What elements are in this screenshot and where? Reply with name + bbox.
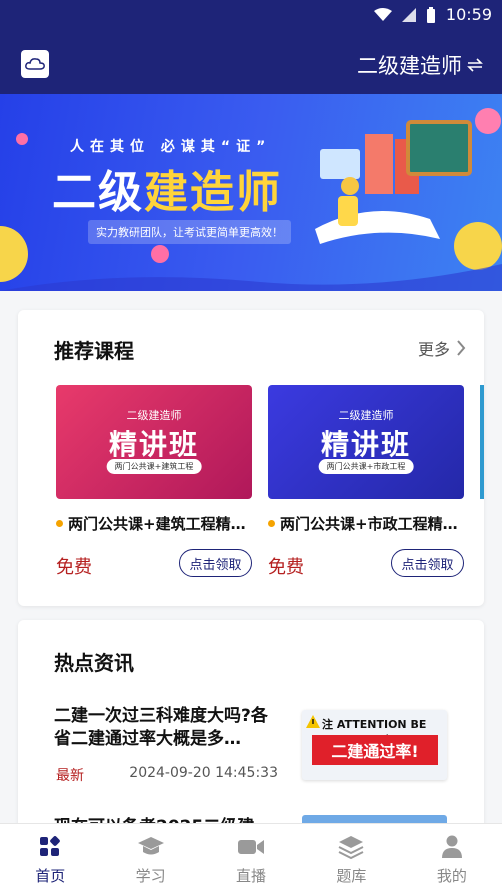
news-item-title[interactable]: 二建一次过三科难度大吗?各省二建通过率大概是多…	[54, 705, 284, 751]
layers-icon	[338, 835, 364, 859]
course-thumbnail[interactable]: 二级建造师 精讲班 两门公共课+建筑工程	[56, 385, 252, 499]
recommended-title: 推荐课程	[54, 339, 134, 363]
tab-live[interactable]: 直播	[201, 824, 301, 892]
status-bar: 10:59	[0, 0, 502, 30]
wifi-icon	[373, 7, 392, 21]
banner-title: 二级建造师	[52, 156, 282, 220]
tab-label: 题库	[336, 867, 367, 885]
tab-label: 首页	[35, 867, 66, 885]
header-title: 二级建造师	[357, 54, 462, 78]
tab-label: 学习	[135, 867, 166, 885]
more-label: 更多	[417, 340, 450, 359]
course-thumbnail[interactable]: 二级建造师 精讲班 两门公共课+市政工程	[268, 385, 464, 499]
swap-icon	[467, 58, 483, 72]
banner-subtitle: 实力教研团队，让考试更简单更高效！	[88, 220, 291, 244]
recommended-courses-card: 推荐课程 更多 二级建造师 精讲班 两门公共课+建筑工程 两门公共课+建筑工程精…	[18, 310, 484, 606]
warning-icon	[306, 715, 320, 728]
app-header: 二级建造师	[0, 30, 502, 94]
tab-label: 直播	[236, 867, 267, 885]
course-card[interactable]: 二级建造师 精讲班 两门公共课+市政工程 两门公共课+市政工程精… 免费 点击领…	[268, 385, 464, 578]
bullet-dot	[56, 520, 63, 527]
exam-selector[interactable]: 二级建造师	[357, 50, 484, 80]
news-section-title: 热点资讯	[54, 651, 134, 675]
thumb-main-text: 精讲班	[108, 428, 199, 461]
thumb-tag: 两门公共课+建筑工程	[106, 459, 202, 474]
course-name[interactable]: 两门公共课+市政工程精…	[268, 513, 464, 534]
course-name-text: 两门公共课+市政工程精…	[280, 515, 458, 533]
tab-profile[interactable]: 我的	[402, 824, 502, 892]
thumb-small-text: 二级建造师	[126, 409, 182, 422]
course-price: 免费	[56, 557, 92, 578]
status-icons: 10:59	[373, 5, 492, 24]
status-time: 10:59	[445, 5, 492, 24]
bullet-dot	[268, 520, 275, 527]
battery-icon	[426, 6, 435, 23]
news-thumb-text: 二建通过率!	[312, 735, 438, 765]
course-name-text: 两门公共课+建筑工程精…	[68, 515, 246, 533]
claim-button[interactable]: 点击领取	[179, 549, 252, 577]
home-grid-icon	[38, 835, 62, 859]
news-thumbnail[interactable]: 注 ATTENTION BE CAREFUL 意 二建通过率!	[302, 710, 447, 780]
bottom-tab-bar: 首页 学习 直播 题库 我的	[0, 823, 502, 892]
signal-icon	[401, 7, 416, 22]
cloud-logo-icon	[21, 50, 49, 78]
tab-study[interactable]: 学习	[100, 824, 200, 892]
course-price: 免费	[268, 557, 304, 578]
banner-slogan: 人在其位 必谋其“证”	[70, 139, 272, 155]
promo-banner[interactable]: 人在其位 必谋其“证” 二级建造师 实力教研团队，让考试更简单更高效！	[0, 94, 502, 291]
chevron-right-icon	[457, 340, 466, 356]
user-icon	[441, 835, 463, 859]
tab-question-bank[interactable]: 题库	[301, 824, 401, 892]
thumb-small-text: 二级建造师	[338, 409, 394, 422]
course-card[interactable]: 二级建造师 精讲班 两门公共课+建筑工程 两门公共课+建筑工程精… 免费 点击领…	[56, 385, 252, 578]
more-link[interactable]: 更多	[418, 336, 466, 360]
thumb-main-text: 精讲班	[320, 428, 411, 461]
tab-home[interactable]: 首页	[0, 824, 100, 892]
thumb-tag: 两门公共课+市政工程	[318, 459, 414, 474]
video-camera-icon	[237, 835, 265, 859]
tab-label: 我的	[436, 867, 467, 885]
next-course-peek[interactable]	[480, 385, 484, 499]
news-item-meta: 最新 2024-09-20 14:45:33	[56, 765, 278, 785]
banner-title-part2: 建造师	[144, 167, 282, 218]
news-time: 2024-09-20 14:45:33	[129, 765, 278, 781]
claim-button[interactable]: 点击领取	[391, 549, 464, 577]
course-name[interactable]: 两门公共课+建筑工程精…	[56, 513, 252, 534]
banner-title-part1: 二级	[52, 167, 144, 218]
news-tag: 最新	[56, 768, 84, 784]
graduation-cap-icon	[137, 835, 165, 859]
